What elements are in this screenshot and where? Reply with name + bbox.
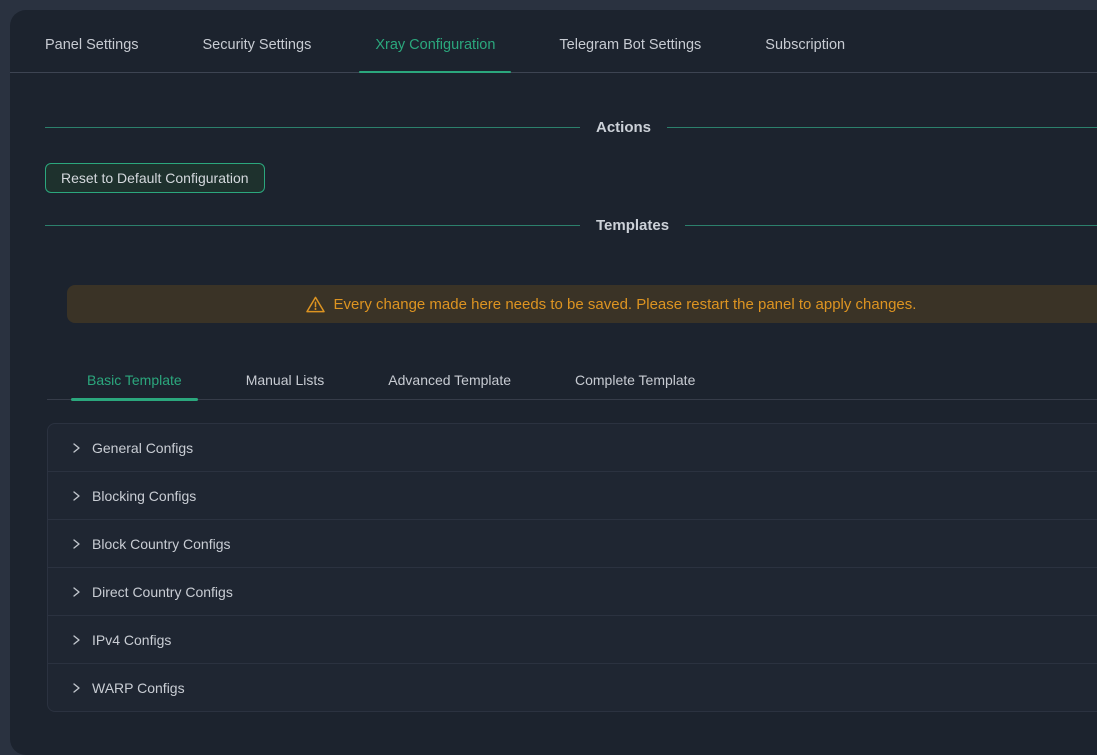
accordion-ipv4-configs[interactable]: IPv4 Configs — [48, 615, 1097, 663]
actions-section-title: Actions — [596, 119, 651, 136]
tab-subscription[interactable]: Subscription — [749, 37, 861, 72]
divider-line — [685, 225, 1097, 226]
tab-basic-template[interactable]: Basic Template — [71, 372, 198, 399]
accordion-label: WARP Configs — [92, 680, 185, 696]
accordion-label: Block Country Configs — [92, 536, 231, 552]
tab-panel-settings[interactable]: Panel Settings — [29, 37, 155, 72]
restart-warning-banner: Every change made here needs to be saved… — [67, 285, 1097, 323]
main-tabbar: Panel Settings Security Settings Xray Co… — [10, 10, 1097, 73]
template-tabbar: Basic Template Manual Lists Advanced Tem… — [47, 363, 1097, 400]
settings-card: Panel Settings Security Settings Xray Co… — [10, 10, 1097, 755]
tab-manual-lists[interactable]: Manual Lists — [230, 372, 341, 399]
accordion-general-configs[interactable]: General Configs — [48, 424, 1097, 471]
tab-security-settings[interactable]: Security Settings — [187, 37, 328, 72]
accordion-blocking-configs[interactable]: Blocking Configs — [48, 471, 1097, 519]
actions-divider: Actions — [45, 117, 1097, 137]
chevron-right-icon — [70, 490, 82, 502]
tab-complete-template[interactable]: Complete Template — [559, 372, 711, 399]
reset-to-default-button[interactable]: Reset to Default Configuration — [45, 163, 265, 193]
warning-triangle-icon — [306, 296, 325, 313]
divider-line — [45, 225, 580, 226]
divider-line — [45, 127, 580, 128]
tab-xray-configuration[interactable]: Xray Configuration — [359, 37, 511, 72]
chevron-right-icon — [70, 586, 82, 598]
accordion-direct-country-configs[interactable]: Direct Country Configs — [48, 567, 1097, 615]
accordion-block-country-configs[interactable]: Block Country Configs — [48, 519, 1097, 567]
tab-telegram-bot-settings[interactable]: Telegram Bot Settings — [543, 37, 717, 72]
chevron-right-icon — [70, 442, 82, 454]
divider-line — [667, 127, 1097, 128]
accordion-label: General Configs — [92, 440, 193, 456]
tab-advanced-template[interactable]: Advanced Template — [372, 372, 527, 399]
configs-accordion: General Configs Blocking Configs Block C… — [47, 423, 1097, 712]
accordion-label: Blocking Configs — [92, 488, 196, 504]
accordion-warp-configs[interactable]: WARP Configs — [48, 663, 1097, 711]
accordion-label: IPv4 Configs — [92, 632, 171, 648]
chevron-right-icon — [70, 682, 82, 694]
accordion-label: Direct Country Configs — [92, 584, 233, 600]
chevron-right-icon — [70, 538, 82, 550]
templates-section-title: Templates — [596, 217, 669, 234]
templates-divider: Templates — [45, 215, 1097, 235]
chevron-right-icon — [70, 634, 82, 646]
warning-message: Every change made here needs to be saved… — [334, 296, 917, 313]
